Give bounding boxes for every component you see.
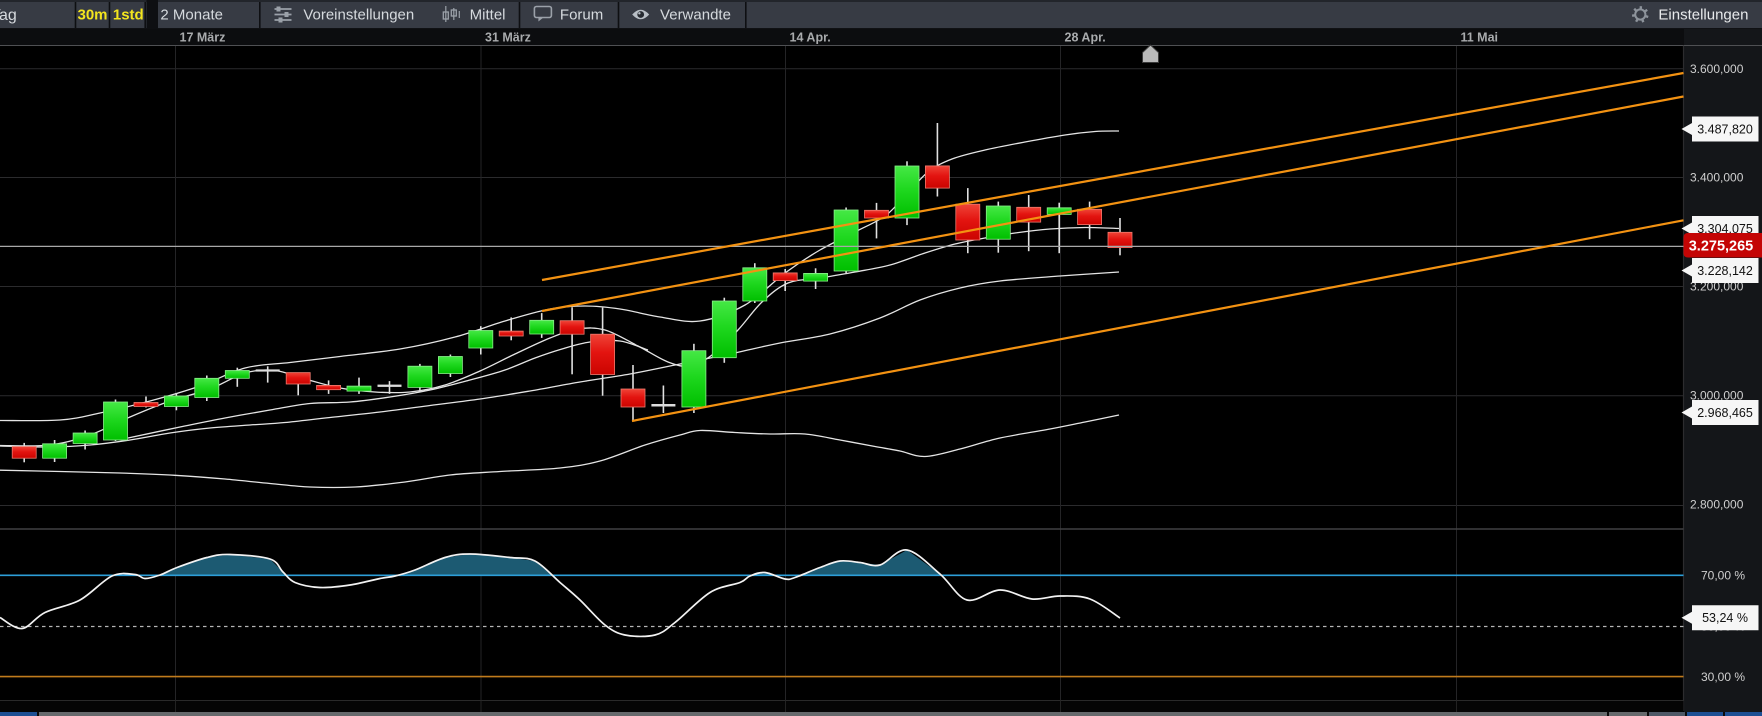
svg-text:14 Apr.: 14 Apr. [790, 31, 831, 45]
svg-text:3.600,000: 3.600,000 [1690, 62, 1744, 76]
svg-text:53,24 %: 53,24 % [1702, 611, 1748, 625]
svg-text:3.228,142: 3.228,142 [1697, 264, 1753, 278]
svg-text:3.487,820: 3.487,820 [1697, 122, 1753, 136]
svg-text:1std: 1std [113, 7, 144, 24]
svg-text:2.968,465: 2.968,465 [1697, 406, 1753, 420]
svg-text:Voreinstellungen: Voreinstellungen [303, 7, 414, 24]
svg-text:30,00 %: 30,00 % [1701, 670, 1745, 684]
svg-text:3.400,000: 3.400,000 [1690, 171, 1744, 185]
svg-text:30m: 30m [77, 7, 107, 24]
svg-text:3.275,265: 3.275,265 [1689, 238, 1754, 254]
svg-text:2 Monate: 2 Monate [160, 7, 223, 24]
svg-text:11 Mai: 11 Mai [1461, 31, 1499, 45]
svg-text:2.800,000: 2.800,000 [1690, 498, 1744, 512]
svg-text:Verwandte: Verwandte [660, 7, 731, 24]
svg-text:70,00 %: 70,00 % [1701, 569, 1745, 583]
svg-text:31 März: 31 März [485, 31, 531, 45]
svg-text:Forum: Forum [560, 7, 603, 24]
svg-text:Mittel: Mittel [470, 7, 506, 24]
svg-text:Einstellungen: Einstellungen [1658, 7, 1748, 24]
svg-text:Tag: Tag [0, 7, 17, 24]
svg-text:17 März: 17 März [180, 31, 226, 45]
svg-text:28 Apr.: 28 Apr. [1065, 31, 1106, 45]
